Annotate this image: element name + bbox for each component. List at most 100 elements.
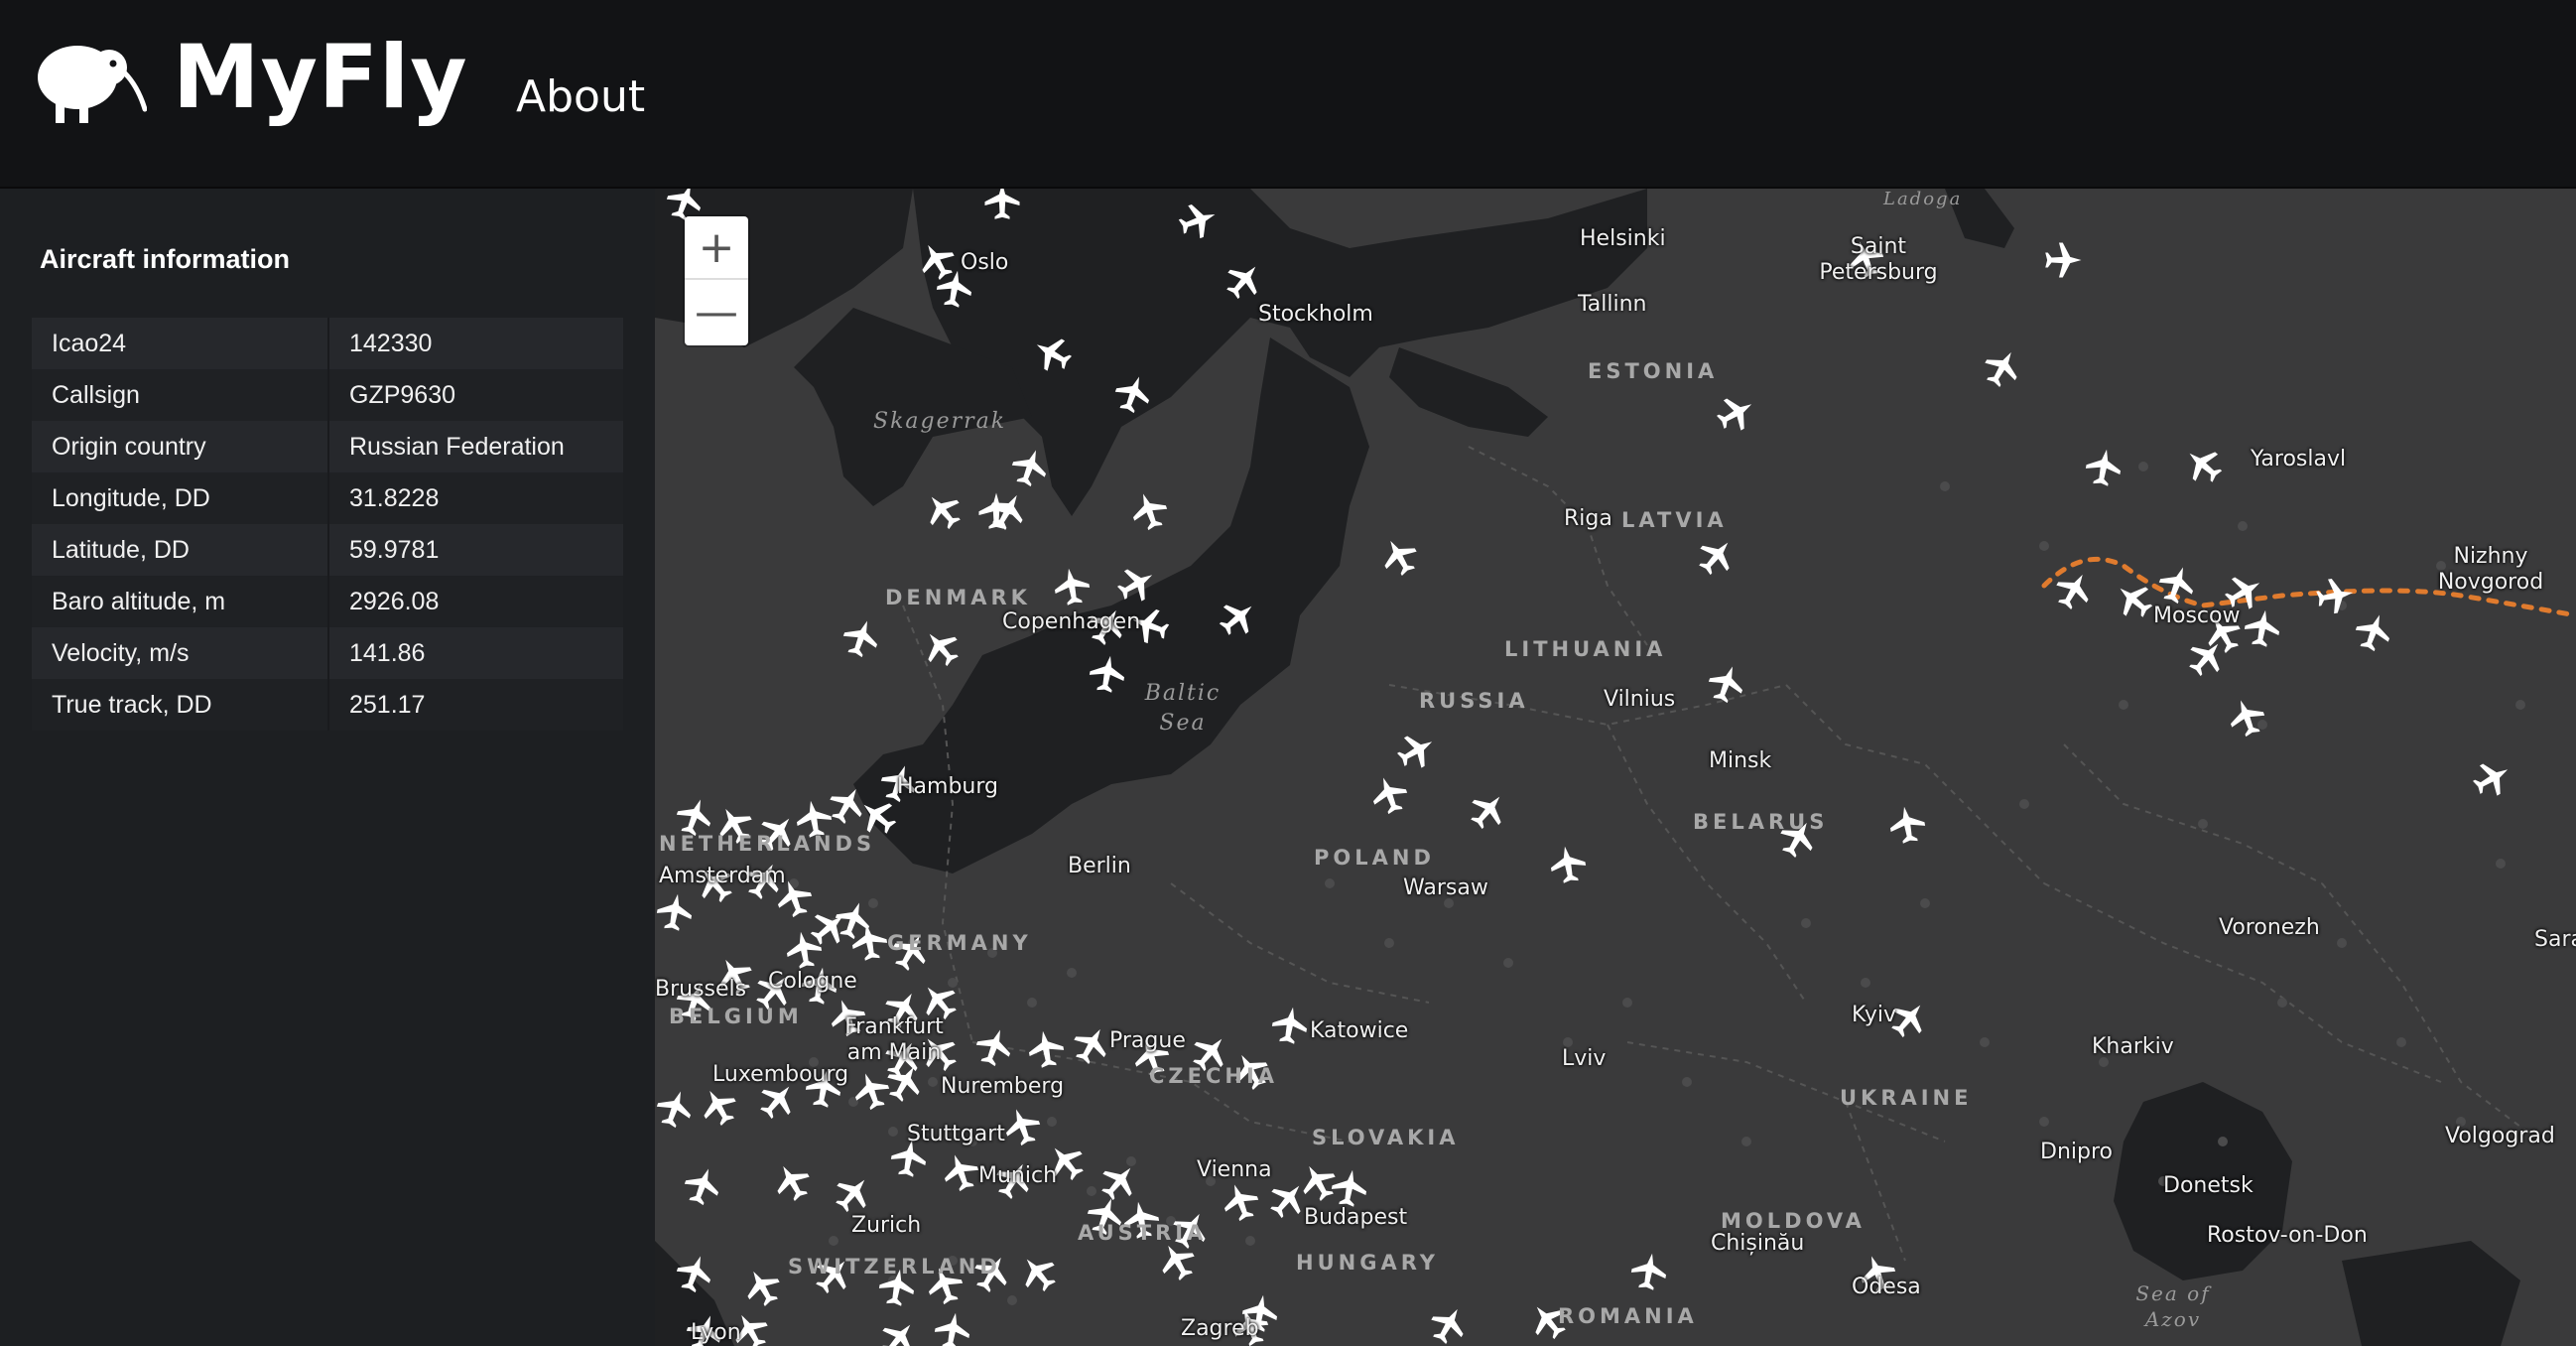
airplane-icon[interactable] <box>1270 1005 1311 1046</box>
city-label: Hamburg <box>897 774 998 799</box>
city-label: Dnipro <box>2040 1140 2113 1164</box>
airplane-icon[interactable] <box>829 1168 878 1218</box>
airplane-icon[interactable] <box>1000 1104 1045 1149</box>
country-label: NETHERLANDS <box>659 832 876 856</box>
airplane-icon[interactable] <box>1026 1028 1067 1070</box>
city-label: Minsk <box>1709 748 1772 773</box>
airplane-icon[interactable] <box>1127 488 1172 534</box>
info-label: Latitude, DD <box>32 524 329 576</box>
airplane-icon[interactable] <box>2468 754 2516 802</box>
city-label: Oslo <box>961 250 1009 275</box>
airplane-icon[interactable] <box>1978 343 2025 392</box>
city-label: Lyon <box>691 1320 741 1345</box>
city-label: Volgograd <box>2445 1124 2555 1148</box>
airplane-icon[interactable] <box>680 1163 724 1209</box>
city-label: Moscow <box>2153 604 2241 628</box>
city-label: Vilnius <box>1604 687 1676 712</box>
airplane-icon[interactable] <box>874 1313 924 1346</box>
airplane-icon[interactable] <box>918 485 967 535</box>
city-label: Stuttgart <box>907 1122 1005 1146</box>
airplane-icon[interactable] <box>838 615 883 661</box>
airplane-icon[interactable] <box>1294 1157 1342 1206</box>
city-label: Luxembourg <box>712 1062 849 1087</box>
airplane-icon[interactable] <box>1629 1251 1670 1292</box>
city-label: Donetsk <box>2163 1173 2254 1198</box>
city-label: Cologne <box>768 969 857 994</box>
airplane-icon[interactable] <box>1052 566 1093 607</box>
aircraft-info-panel: Aircraft information Icao24 142330 Calls… <box>0 189 655 1346</box>
city-label: Amsterdam <box>659 864 786 888</box>
airplane-icon[interactable] <box>1375 532 1423 581</box>
info-label: Callsign <box>32 369 329 421</box>
sea-label: Sea of Azov <box>2135 1281 2211 1331</box>
airplane-icon[interactable] <box>1367 772 1412 818</box>
country-label: AUSTRIA <box>1078 1221 1208 1245</box>
city-label: Zurich <box>851 1213 922 1238</box>
sea-label: Skagerrak <box>873 409 1007 434</box>
info-label: True track, DD <box>32 679 329 731</box>
airplane-icon[interactable] <box>1219 1179 1263 1225</box>
airplane-icon[interactable] <box>2084 447 2125 488</box>
country-label: HUNGARY <box>1296 1251 1439 1275</box>
city-label: Chișinău <box>1711 1231 1805 1256</box>
airplane-icon[interactable] <box>695 1082 742 1131</box>
nav-about-link[interactable]: About <box>516 71 645 122</box>
info-row-latitude: Latitude, DD 59.9781 <box>32 524 623 576</box>
airplane-icon[interactable] <box>2351 609 2395 655</box>
airplane-icon[interactable] <box>2243 607 2283 649</box>
airplane-icon[interactable] <box>1887 804 1928 846</box>
airplane-icon[interactable] <box>1095 1156 1144 1206</box>
airplane-icon[interactable] <box>1464 785 1513 835</box>
airplane-icon[interactable] <box>1692 531 1741 581</box>
airplane-icon[interactable] <box>2045 242 2082 278</box>
airplane-icon[interactable] <box>1548 844 1589 885</box>
airplane-icon[interactable] <box>2178 440 2228 489</box>
country-label: BELARUS <box>1693 810 1829 834</box>
airplane-icon[interactable] <box>738 1263 786 1311</box>
country-label: SLOVAKIA <box>1312 1126 1460 1149</box>
airplane-icon[interactable] <box>939 1149 983 1195</box>
city-label: Odesa <box>1852 1275 1921 1299</box>
flight-map[interactable]: + — Oslo Stockholm Helsinki Saint Peters… <box>655 189 2576 1346</box>
airplane-icon[interactable] <box>849 1068 894 1114</box>
city-label: Voronezh <box>2219 915 2320 940</box>
airplane-icon[interactable] <box>1392 727 1441 774</box>
info-value: GZP9630 <box>349 381 456 409</box>
country-label: ESTONIA <box>1588 359 1719 383</box>
country-label: UKRAINE <box>1840 1086 1973 1110</box>
app-title[interactable]: MyFly <box>173 26 468 128</box>
country-label: RUSSIA <box>1419 689 1529 713</box>
country-label: DENMARK <box>885 586 1031 609</box>
airplane-icon[interactable] <box>971 1024 1016 1070</box>
info-value: 141.86 <box>349 639 426 667</box>
airplane-icon[interactable] <box>2225 695 2269 740</box>
info-label: Velocity, m/s <box>32 627 329 679</box>
airplane-icon[interactable] <box>933 1310 973 1346</box>
airplane-icon[interactable] <box>1330 1167 1370 1209</box>
country-label: MOLDOVA <box>1721 1209 1866 1233</box>
airplane-icon[interactable] <box>768 1157 816 1206</box>
airplane-icon[interactable] <box>1712 389 1760 437</box>
info-label: Longitude, DD <box>32 472 329 524</box>
panel-title: Aircraft information <box>40 244 291 274</box>
zoom-out-button[interactable]: — <box>685 280 748 343</box>
airplane-icon[interactable] <box>2314 576 2356 616</box>
info-value: 2926.08 <box>349 588 440 615</box>
airplane-icon[interactable] <box>916 622 966 672</box>
city-label: Saint Petersburg <box>1819 234 1938 285</box>
airplane-icon[interactable] <box>1704 661 1748 707</box>
city-label: Yaroslavl <box>2251 447 2347 471</box>
airplane-icon[interactable] <box>655 891 695 933</box>
aircraft-info-table: Icao24 142330 Callsign GZP9630 Origin co… <box>32 318 623 731</box>
airplane-icon[interactable] <box>1424 1300 1472 1346</box>
airplane-icon[interactable] <box>2109 575 2158 624</box>
country-label: CZECHIA <box>1149 1064 1279 1088</box>
info-value: 59.9781 <box>349 536 440 564</box>
city-label: Stockholm <box>1258 302 1373 327</box>
info-row-callsign: Callsign GZP9630 <box>32 369 623 421</box>
airplane-icon[interactable] <box>1013 1248 1063 1297</box>
info-value: 31.8228 <box>349 484 440 512</box>
airplane-icon[interactable] <box>655 1086 697 1132</box>
zoom-in-button[interactable]: + <box>685 216 748 280</box>
airplane-icon[interactable] <box>849 921 890 963</box>
